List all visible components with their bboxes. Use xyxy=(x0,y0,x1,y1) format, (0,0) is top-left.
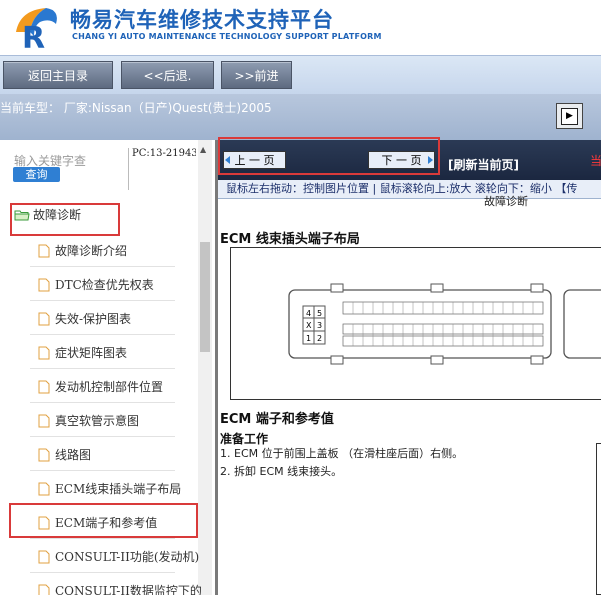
current-page-indicator: 当 xyxy=(590,154,601,168)
document-icon xyxy=(38,312,50,325)
document-icon xyxy=(38,482,50,495)
document-icon xyxy=(38,414,50,427)
divider xyxy=(30,300,175,301)
tree-item-failsafe[interactable]: 失效-保护图表 xyxy=(38,310,131,327)
tree-item-ecm-connector-layout[interactable]: ECM线束插头端子布局 xyxy=(38,480,181,497)
divider xyxy=(30,334,175,335)
divider xyxy=(30,436,175,437)
sidebar-scrollbar[interactable] xyxy=(198,140,212,595)
main-content: 上 一 页 下 一 页 [刷新当前页] 当 鼠标左右拖动：控制图片位置 | 鼠标… xyxy=(215,140,601,595)
svg-text:R: R xyxy=(22,21,45,52)
document-icon xyxy=(38,448,50,461)
divider xyxy=(30,402,175,403)
tree-item-consult-function[interactable]: CONSULT-II功能(发动机) xyxy=(38,548,199,565)
tree-item-label: DTC检查优先权表 xyxy=(55,278,154,292)
divider xyxy=(30,266,175,267)
tree-item-label: CONSULT-II数据监控下的 xyxy=(55,584,202,595)
document-icon xyxy=(38,380,50,393)
section-title-connector-layout: ECM 线束插头端子布局 xyxy=(220,232,360,247)
divider xyxy=(30,368,175,369)
document-icon xyxy=(38,346,50,359)
scrollbar-thumb[interactable] xyxy=(200,242,210,352)
divider xyxy=(30,572,175,573)
scroll-up-icon[interactable]: ▲ xyxy=(200,145,206,154)
back-button[interactable]: <<后退. xyxy=(121,61,214,89)
tree-item-label: 真空软管示意图 xyxy=(55,414,140,428)
svg-text:X: X xyxy=(306,321,312,330)
pc-code: PC:13-21943 xyxy=(128,148,196,190)
logo-icon: R xyxy=(16,8,57,52)
document-icon xyxy=(38,584,50,595)
svg-text:1: 1 xyxy=(306,334,311,343)
highlight-page-buttons xyxy=(218,137,440,175)
step-1: 1. ECM 位于前围上盖板 （在滑柱座后面）右侧。 xyxy=(220,447,464,460)
document-icon xyxy=(38,244,50,257)
model-bar: 当前车型： 厂家:Nissan（日产)Quest(贵士)2005 xyxy=(0,94,601,140)
brand-subtitle: CHANG YI AUTO MAINTENANCE TECHNOLOGY SUP… xyxy=(72,32,382,41)
tree-item-label: ECM线束插头端子布局 xyxy=(55,482,182,496)
connector-drawing: 4 5 X 3 1 2 xyxy=(288,283,601,365)
tree-item-consult-data-monitor[interactable]: CONSULT-II数据监控下的 xyxy=(38,582,202,595)
header: R 畅易汽车维修技术支持平台 CHANG YI AUTO MAINTENANCE… xyxy=(0,0,601,55)
tree-item-label: 线路图 xyxy=(55,448,92,462)
current-model: 当前车型： 厂家:Nissan（日产)Quest(贵士)2005 xyxy=(0,101,272,115)
tree-item-label: CONSULT-II功能(发动机) xyxy=(55,550,200,564)
nav-bar: 返回主目录 <<后退. >>前进 xyxy=(0,55,601,94)
doc-header: 故障诊断 xyxy=(484,195,528,208)
brand-title: 畅易汽车维修技术支持平台 xyxy=(70,8,334,32)
home-button[interactable]: 返回主目录 xyxy=(3,61,113,89)
tree-item-vacuum-hose[interactable]: 真空软管示意图 xyxy=(38,412,139,429)
tree-item-label: 发动机控制部件位置 xyxy=(55,380,164,394)
document-icon xyxy=(38,550,50,563)
section-title-terminals: ECM 端子和参考值 xyxy=(220,412,334,427)
highlight-folder xyxy=(10,203,120,236)
play-icon: ▶ xyxy=(561,107,578,125)
tree-item-symptom-matrix[interactable]: 症状矩阵图表 xyxy=(38,344,127,361)
svg-text:2: 2 xyxy=(317,334,322,343)
tree-item-intro[interactable]: 故障诊断介绍 xyxy=(38,242,127,259)
table-edge xyxy=(596,443,601,595)
step-2: 2. 拆卸 ECM 线束接头。 xyxy=(220,465,343,478)
document-icon xyxy=(38,278,50,291)
tree-item-wiring-diagram[interactable]: 线路图 xyxy=(38,446,91,463)
tree-item-component-location[interactable]: 发动机控制部件位置 xyxy=(38,378,163,395)
refresh-link[interactable]: [刷新当前页] xyxy=(448,156,519,173)
tree-item-label: 症状矩阵图表 xyxy=(55,346,128,360)
svg-text:5: 5 xyxy=(317,309,322,318)
query-button[interactable]: 查询 xyxy=(13,167,60,182)
highlight-ecm-terminals xyxy=(9,503,198,538)
connector-diagram: 4 5 X 3 1 2 xyxy=(230,247,601,400)
divider xyxy=(30,470,175,471)
forward-button[interactable]: >>前进 xyxy=(221,61,292,89)
svg-text:4: 4 xyxy=(306,309,311,318)
divider xyxy=(30,538,175,539)
toggle-sidebar-button[interactable]: ▶ xyxy=(556,103,583,129)
tree-item-label: 失效-保护图表 xyxy=(55,312,132,326)
tree-item-label: 故障诊断介绍 xyxy=(55,244,128,258)
tree-item-dtc[interactable]: DTC检查优先权表 xyxy=(38,276,154,293)
hint-bar: 鼠标左右拖动：控制图片位置 | 鼠标滚轮向上:放大 滚轮向下：缩小 【传 xyxy=(218,180,601,199)
svg-text:3: 3 xyxy=(317,321,322,330)
